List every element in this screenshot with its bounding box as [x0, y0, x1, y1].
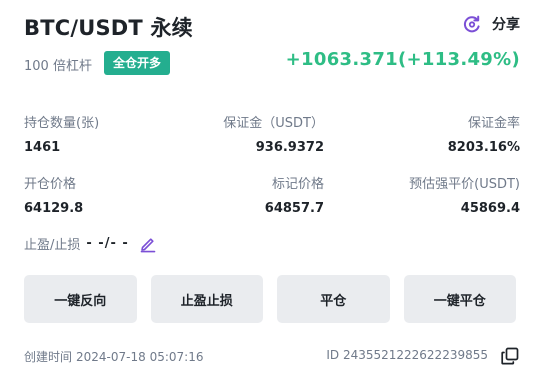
liquidation-price-label: 预估强平价(USDT)	[409, 177, 520, 192]
margin-ratio-cell: 保证金率 8203.16%	[448, 112, 520, 155]
mark-price-cell: 标记价格 64857.7	[24, 173, 324, 216]
position-fields-row-2: 开仓价格 64129.8 标记价格 64857.7 预估强平价(USDT) 45…	[24, 173, 520, 217]
margin-mode-badge: 全仓开多	[104, 51, 171, 75]
share-label: 分享	[492, 17, 520, 33]
margin-cell: 保证金（USDT） 936.9372	[24, 112, 324, 155]
tpsl-button[interactable]: 止盈止损	[150, 275, 263, 323]
close-all-button[interactable]: 一键平仓	[403, 275, 516, 323]
margin-label: 保证金（USDT）	[223, 116, 324, 131]
margin-ratio-value: 8203.16%	[447, 140, 520, 155]
action-buttons: 一键反向 止盈止损 平仓 一键平仓	[24, 275, 516, 323]
position-fields-row-1: 持仓数量(张) 1461 保证金（USDT） 936.9372 保证金率 820…	[24, 112, 520, 156]
reverse-position-button[interactable]: 一键反向	[24, 275, 137, 323]
close-position-button[interactable]: 平仓	[277, 275, 390, 323]
created-time-row: 创建时间 2024-07-18 05:07:16	[24, 348, 203, 365]
unrealized-pnl: +1063.371(+113.49%)	[285, 49, 520, 70]
margin-ratio-label: 保证金率	[467, 116, 520, 131]
footer: 创建时间 2024-07-18 05:07:16 ID 2435521222622…	[24, 346, 520, 368]
mark-price-label: 标记价格	[271, 177, 324, 192]
header: BTC/USDT 永续 分享	[24, 10, 520, 46]
order-id: ID 2435521222622239855	[326, 348, 488, 362]
edit-icon[interactable]	[139, 235, 157, 253]
leverage-label: 100 倍杠杆	[24, 59, 92, 74]
tpsl-value: - -/- -	[86, 236, 129, 251]
share-icon	[463, 15, 480, 33]
copy-icon[interactable]	[500, 346, 520, 366]
created-label: 创建时间	[24, 350, 73, 364]
position-summary: 100 倍杠杆 全仓开多 +1063.371(+113.49%)	[24, 49, 520, 77]
liquidation-price-cell: 预估强平价(USDT) 45869.4	[409, 173, 520, 216]
liquidation-price-value: 45869.4	[460, 201, 520, 216]
mark-price-value: 64857.7	[264, 201, 324, 216]
margin-value: 936.9372	[255, 140, 324, 155]
share-button[interactable]: 分享	[462, 14, 520, 34]
tpsl-label: 止盈/止损	[24, 238, 81, 253]
tpsl-row: 止盈/止损 - -/- -	[24, 234, 157, 253]
created-time: 2024-07-18 05:07:16	[76, 350, 204, 364]
page-title: BTC/USDT 永续	[24, 16, 193, 40]
